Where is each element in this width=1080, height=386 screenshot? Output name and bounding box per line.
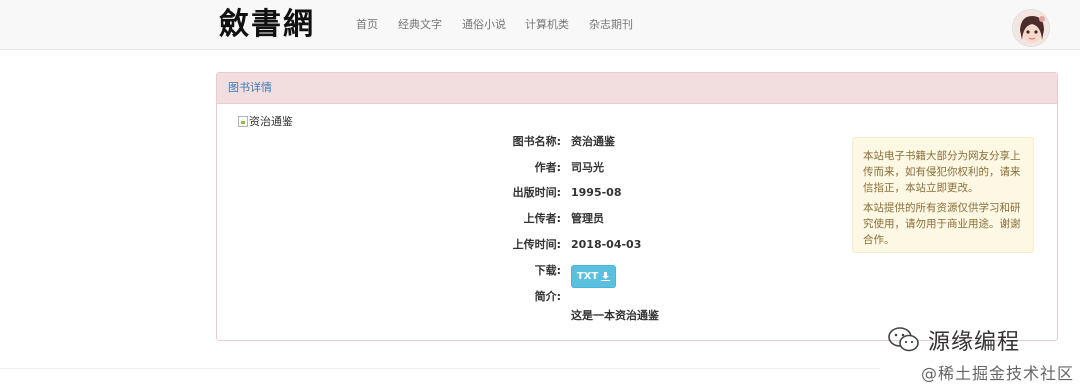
watermark-channel-name: 源缘编程	[928, 330, 1021, 355]
broken-image-icon	[238, 115, 248, 127]
published-value: 1995-08	[571, 186, 622, 199]
wechat-icon	[888, 327, 919, 352]
site-logo[interactable]: 斂書網	[219, 6, 331, 44]
author-value: 司马光	[571, 161, 604, 174]
watermark: 源缘编程 @稀土掘金技术社区	[888, 322, 1074, 384]
download-button-label: TXT	[576, 271, 599, 282]
intro-value: 这是一本资治通鉴	[571, 309, 659, 322]
site-notice: 本站电子书籍大部分为网友分享上传而来，如有侵犯你权利的，请来信指正，本站立即更改…	[852, 137, 1034, 253]
nav-item-classic-text[interactable]: 经典文字	[398, 17, 442, 33]
watermark-site: @稀土掘金技术社区	[920, 364, 1074, 383]
intro-label: 简介:	[534, 290, 561, 303]
footer-divider	[0, 368, 880, 369]
top-navbar: 斂書網 首页 经典文字 通俗小说 计算机类 杂志期刊	[0, 0, 1080, 50]
nav-item-home[interactable]: 首页	[356, 17, 378, 33]
title-label: 图书名称:	[512, 135, 561, 148]
uploader-label: 上传者:	[523, 212, 561, 225]
user-avatar[interactable]	[1012, 9, 1050, 47]
notice-paragraph-1: 本站电子书籍大部分为网友分享上传而来，如有侵犯你权利的，请来信指正，本站立即更改…	[863, 150, 1021, 194]
notice-paragraph-2: 本站提供的所有资源仅供学习和研究使用，请勿用于商业用途。谢谢合作。	[863, 202, 1021, 246]
nav-item-computer-books[interactable]: 计算机类	[525, 17, 569, 33]
book-cover-image: 资治通鉴	[238, 114, 293, 128]
download-icon	[601, 272, 611, 281]
upload-time-value: 2018-04-03	[571, 238, 642, 251]
cover-alt-text: 资治通鉴	[249, 115, 293, 128]
panel-heading: 图书详情	[217, 73, 1057, 104]
nav-item-popular-novels[interactable]: 通俗小说	[462, 17, 506, 33]
avatar-image	[1013, 10, 1049, 46]
published-label: 出版时间:	[512, 186, 561, 199]
title-value: 资治通鉴	[571, 135, 615, 148]
watermark-channel: 源缘编程	[888, 322, 1074, 358]
author-label: 作者:	[534, 161, 561, 174]
uploader-value: 管理员	[571, 212, 604, 225]
download-txt-button[interactable]: TXT	[571, 265, 616, 288]
upload-time-label: 上传时间:	[512, 238, 561, 251]
nav-item-magazines[interactable]: 杂志期刊	[589, 17, 633, 33]
download-label: 下载:	[534, 264, 561, 277]
